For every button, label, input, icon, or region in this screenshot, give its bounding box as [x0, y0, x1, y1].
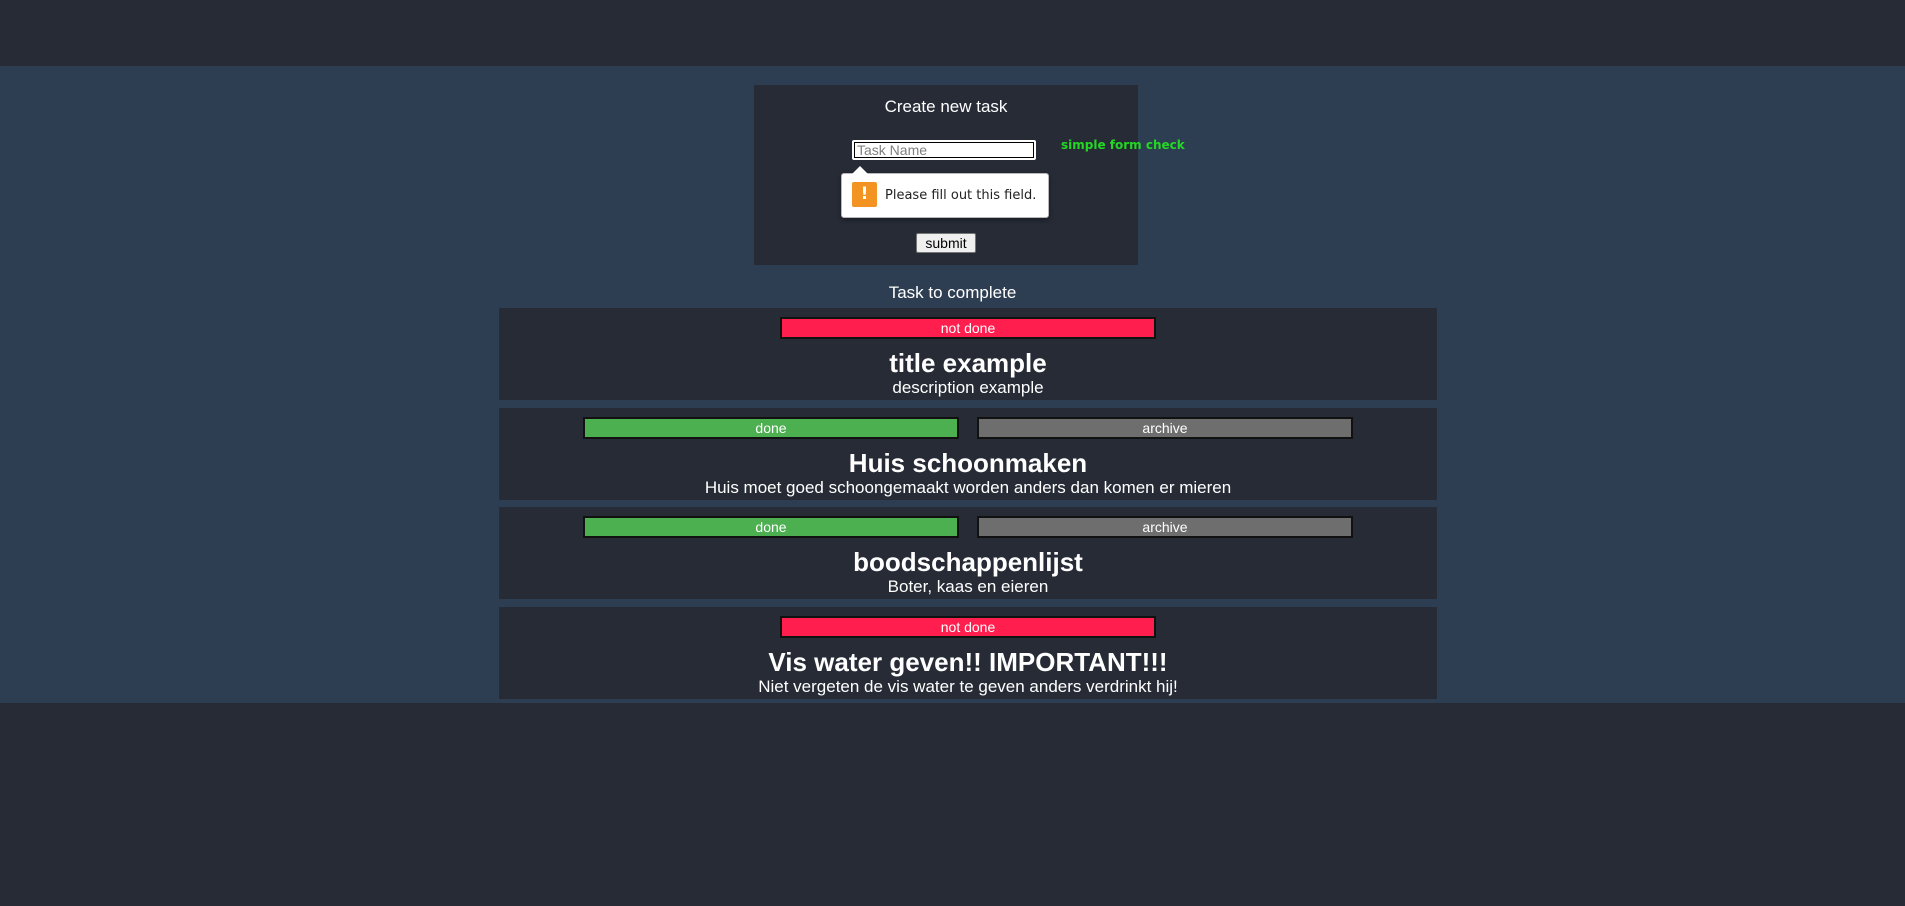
validation-tooltip: ! Please fill out this field.	[841, 166, 1049, 218]
archive-button[interactable]: archive	[977, 516, 1353, 538]
form-hint: simple form check	[1061, 138, 1185, 152]
task-title: boodschappenlijst	[853, 547, 1083, 577]
task-description: description example	[892, 378, 1044, 397]
task-card: done archive Huis schoonmaken Huis moet …	[499, 408, 1437, 500]
submit-button[interactable]: submit	[916, 233, 976, 253]
form-title: Create new task	[884, 97, 1008, 116]
task-title: title example	[889, 348, 1047, 378]
done-button[interactable]: done	[583, 417, 959, 439]
task-name-input[interactable]	[852, 140, 1036, 160]
task-list-title: Task to complete	[888, 283, 1017, 302]
done-button[interactable]: done	[583, 516, 959, 538]
archive-button[interactable]: archive	[977, 417, 1353, 439]
task-title: Vis water geven!! IMPORTANT!!!	[768, 647, 1168, 677]
top-bar	[0, 0, 1905, 66]
task-description: Huis moet goed schoongemaakt worden ande…	[704, 478, 1232, 497]
task-description: Boter, kaas en eieren	[887, 577, 1049, 596]
tooltip-arrow	[852, 166, 868, 174]
task-title: Huis schoonmaken	[848, 448, 1088, 478]
validation-message: Please fill out this field.	[885, 188, 1037, 203]
not-done-button[interactable]: not done	[780, 317, 1156, 339]
task-card: not done Vis water geven!! IMPORTANT!!! …	[499, 607, 1437, 699]
task-card: not done title example description examp…	[499, 308, 1437, 400]
task-card: done archive boodschappenlijst Boter, ka…	[499, 507, 1437, 599]
not-done-button[interactable]: not done	[780, 616, 1156, 638]
warning-icon: !	[852, 182, 877, 207]
task-description: Niet vergeten de vis water te geven ande…	[758, 677, 1178, 696]
